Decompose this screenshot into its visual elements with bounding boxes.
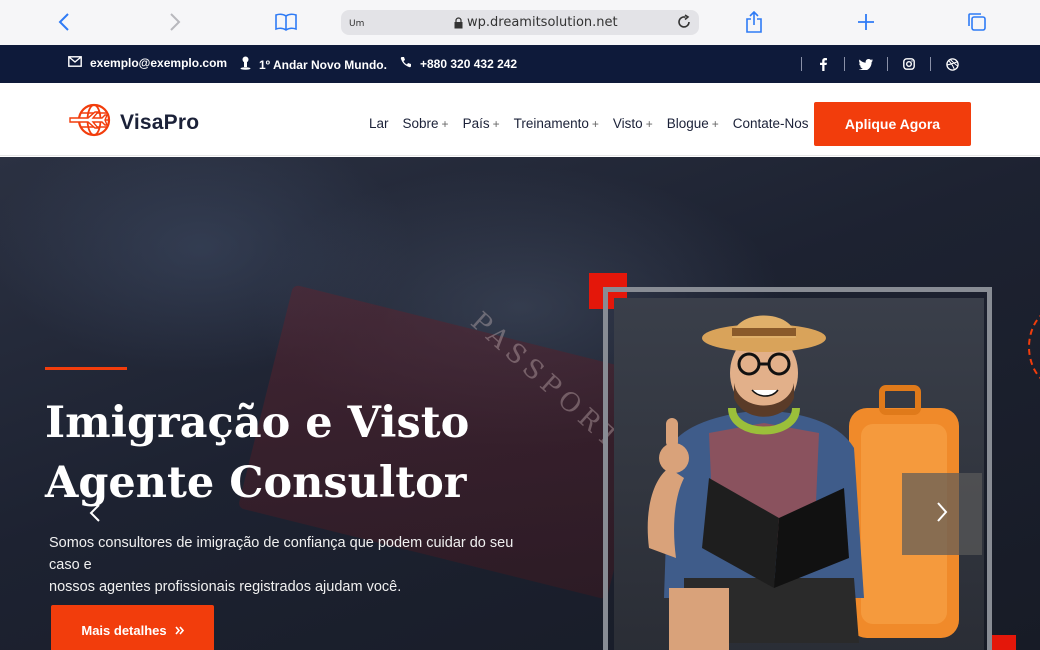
logo-text: VisaPro [120, 110, 200, 134]
phone-text: +880 320 432 242 [420, 56, 518, 71]
hero-description: Somos consultores de imigração de confia… [49, 532, 549, 598]
url-text: wp.dreamitsolution.net [467, 15, 618, 30]
apply-now-button[interactable]: Aplique Agora [814, 102, 971, 146]
facebook-icon[interactable] [802, 56, 844, 72]
more-details-button[interactable]: Mais detalhes [51, 605, 214, 650]
reload-icon[interactable] [676, 14, 692, 35]
contact-topbar: exemplo@exemplo.com 1º Andar Novo Mundo.… [0, 45, 1040, 83]
nav-item-treinamento[interactable]: Treinamento + [514, 116, 599, 131]
tabs-icon[interactable] [965, 10, 989, 34]
nav-item-pais[interactable]: País + [463, 116, 500, 131]
address-text: 1º Andar Novo Mundo. [259, 57, 387, 72]
mail-icon [68, 56, 82, 70]
globe-plane-icon [68, 101, 114, 144]
hero-desc-line-3: nossos agentes profissionais registrados… [49, 579, 402, 595]
lock-icon [454, 16, 463, 34]
nav-label: Visto [612, 116, 643, 131]
nav-label: Lar [369, 116, 389, 131]
nav-item-blogue[interactable]: Blogue + [667, 116, 719, 131]
nav-label: Blogue [666, 116, 709, 131]
nav-label: Contate-Nos [732, 116, 809, 131]
location-pin-icon [240, 56, 251, 73]
hero-desc-line-1: Somos consultores de imigração de confia… [49, 535, 514, 551]
plus-icon: + [591, 116, 599, 131]
main-nav: Lar Sobre + País + Treinamento + Visto + Blo… [369, 116, 823, 131]
email-text: exemplo@exemplo.com [90, 56, 228, 70]
hero-desc-line-2: caso e [49, 557, 92, 573]
url-prefix: Um [349, 19, 365, 29]
decorative-dashed-arc [1028, 307, 1040, 387]
nav-item-sobre[interactable]: Sobre + [403, 116, 449, 131]
bookmarks-icon[interactable] [274, 10, 298, 34]
social-links [801, 56, 973, 72]
chevron-right-icon [936, 501, 948, 528]
hero-accent-line [45, 367, 127, 370]
nav-label: País [462, 116, 490, 131]
nav-item-contate-nos[interactable]: Contate-Nos [733, 116, 809, 131]
chevron-left-icon [89, 503, 101, 528]
address-info: 1º Andar Novo Mundo. [240, 56, 387, 73]
instagram-icon[interactable] [888, 56, 930, 72]
new-tab-icon[interactable] [854, 10, 878, 34]
nav-item-visto[interactable]: Visto + [613, 116, 653, 131]
hero-title: Imigração e Visto Agente Consultor [45, 393, 565, 513]
hero-title-line-2: Agente Consultor [45, 458, 467, 508]
hero-title-line-1: Imigração e Visto [45, 398, 470, 448]
site-header: VisaPro Lar Sobre + País + Treinamento + Vi… [0, 83, 1040, 156]
slider-prev-button[interactable] [75, 495, 115, 535]
nav-item-lar[interactable]: Lar [369, 116, 389, 131]
plus-icon: + [645, 116, 653, 131]
site-logo[interactable]: VisaPro [68, 101, 199, 144]
share-icon[interactable] [742, 10, 766, 34]
more-details-label: Mais detalhes [81, 622, 167, 638]
dribbble-icon[interactable] [931, 56, 973, 72]
plus-icon: + [441, 116, 449, 131]
browser-toolbar: Um wp.dreamitsolution.net [0, 0, 1040, 45]
plus-icon: + [492, 116, 500, 131]
address-bar[interactable]: Um wp.dreamitsolution.net [341, 10, 699, 35]
phone-info[interactable]: +880 320 432 242 [400, 56, 517, 71]
plus-icon: + [711, 116, 719, 131]
decorative-red-square [992, 635, 1016, 650]
hero-slider: PASSPORT Imigração e Visto Agente Consul… [0, 157, 1040, 650]
nav-label: Treinamento [513, 116, 589, 131]
slider-next-button[interactable] [902, 473, 982, 555]
double-chevron-right-icon [175, 623, 184, 638]
phone-icon [400, 56, 412, 71]
forward-icon[interactable] [163, 10, 187, 34]
nav-label: Sobre [402, 116, 439, 131]
back-icon[interactable] [52, 10, 76, 34]
email-info[interactable]: exemplo@exemplo.com [68, 56, 227, 70]
twitter-icon[interactable] [845, 56, 887, 72]
